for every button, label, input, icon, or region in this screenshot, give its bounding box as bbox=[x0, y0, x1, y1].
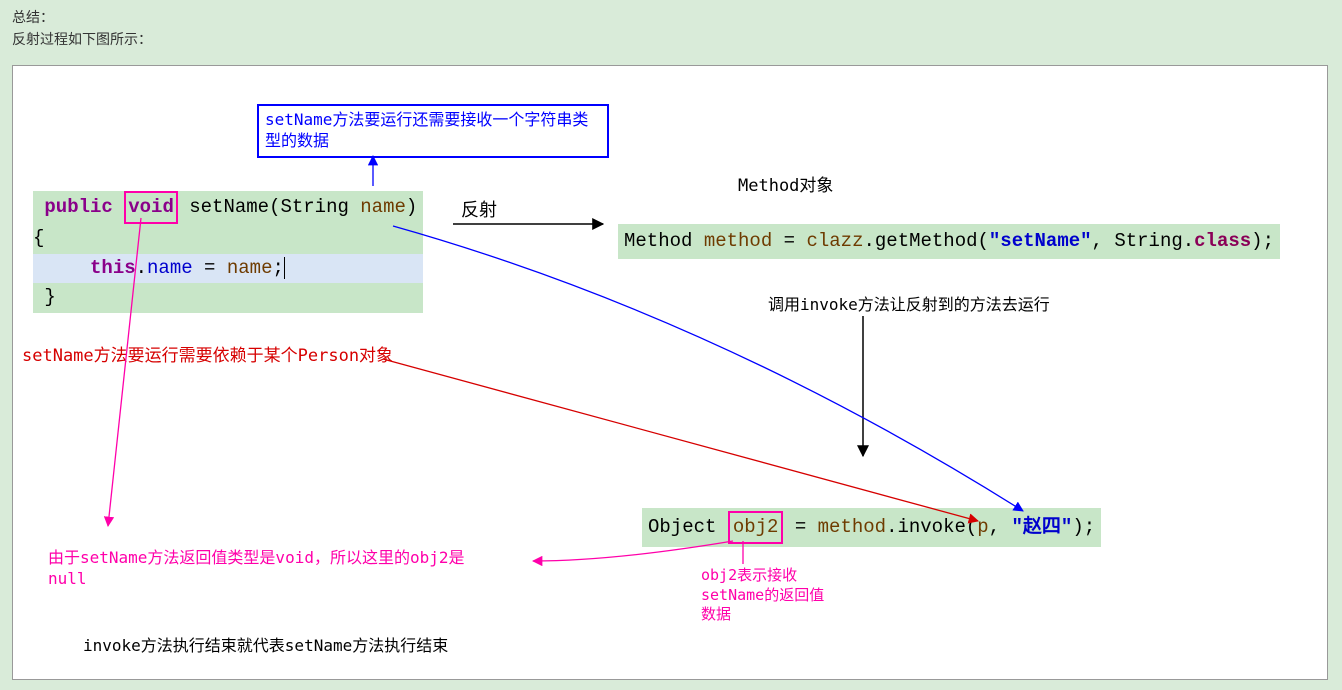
magenta-note: 由于setName方法返回值类型是void，所以这里的obj2是null bbox=[48, 548, 498, 590]
cb-t1: Object bbox=[648, 516, 728, 538]
diagram-container: setName方法要运行还需要接收一个字符串类型的数据 public void … bbox=[12, 65, 1328, 680]
cb-t3: = bbox=[783, 516, 817, 538]
code-left-line1: public void setName(String name) { bbox=[33, 191, 423, 254]
close-brace: } bbox=[44, 286, 55, 308]
param-name: name bbox=[360, 196, 406, 218]
cr-t2: method bbox=[704, 230, 772, 252]
red-note: setName方法要运行需要依赖于某个Person对象 bbox=[22, 341, 393, 366]
blue-annotation-box: setName方法要运行还需要接收一个字符串类型的数据 bbox=[257, 104, 609, 158]
cb-t8: "赵四" bbox=[1012, 516, 1073, 538]
semi: ; bbox=[272, 257, 283, 279]
cr-t9: ); bbox=[1251, 230, 1274, 252]
reflect-label: 反射 bbox=[461, 196, 497, 222]
param-ref: name bbox=[227, 257, 273, 279]
code-right: Method method = clazz.getMethod("setName… bbox=[618, 224, 1280, 259]
header: 总结： 反射过程如下图所示： bbox=[0, 0, 1342, 61]
kw-void: void bbox=[128, 196, 174, 218]
arrow-blue-curve bbox=[393, 226, 1023, 511]
obj2-box: obj2 bbox=[728, 511, 784, 544]
cr-t8: class bbox=[1194, 230, 1251, 252]
invoke-call-label: 调用invoke方法让反射到的方法去运行 bbox=[768, 291, 1050, 315]
arrow-red-p bbox=[383, 359, 978, 521]
code-left-line3: } bbox=[33, 283, 423, 312]
cr-t6: "setName" bbox=[989, 230, 1092, 252]
cb-t5: .invoke( bbox=[886, 516, 977, 538]
cb-t6: p bbox=[977, 516, 988, 538]
header-line1: 总结： bbox=[12, 8, 1330, 30]
code-left: public void setName(String name) { this.… bbox=[33, 191, 423, 313]
cb-t7: , bbox=[989, 516, 1012, 538]
cr-t1: Method bbox=[624, 230, 704, 252]
header-line2: 反射过程如下图所示： bbox=[12, 30, 1330, 52]
eq: = bbox=[193, 257, 227, 279]
cr-t5: .getMethod( bbox=[863, 230, 988, 252]
code-bottom: Object obj2 = method.invoke(p, "赵四"); bbox=[642, 508, 1101, 547]
kw-public: public bbox=[44, 196, 112, 218]
cb-t4: method bbox=[818, 516, 886, 538]
dot: . bbox=[136, 257, 147, 279]
cb-t9: ); bbox=[1072, 516, 1095, 538]
method-object-label: Method对象 bbox=[738, 171, 833, 196]
blue-annotation-text: setName方法要运行还需要接收一个字符串类型的数据 bbox=[265, 110, 588, 150]
cb-t2: obj2 bbox=[733, 516, 779, 538]
cr-t4: clazz bbox=[806, 230, 863, 252]
obj2-note: obj2表示接收setName的返回值数据 bbox=[701, 566, 831, 625]
code-left-line2: this.name = name; bbox=[33, 254, 423, 283]
field-name: name bbox=[147, 257, 193, 279]
method-name: setName(String bbox=[189, 196, 360, 218]
void-box: void bbox=[124, 191, 178, 224]
cr-t7: , String. bbox=[1092, 230, 1195, 252]
invoke-end-label: invoke方法执行结束就代表setName方法执行结束 bbox=[83, 632, 448, 656]
cr-t3: = bbox=[772, 230, 806, 252]
kw-this: this bbox=[90, 257, 136, 279]
